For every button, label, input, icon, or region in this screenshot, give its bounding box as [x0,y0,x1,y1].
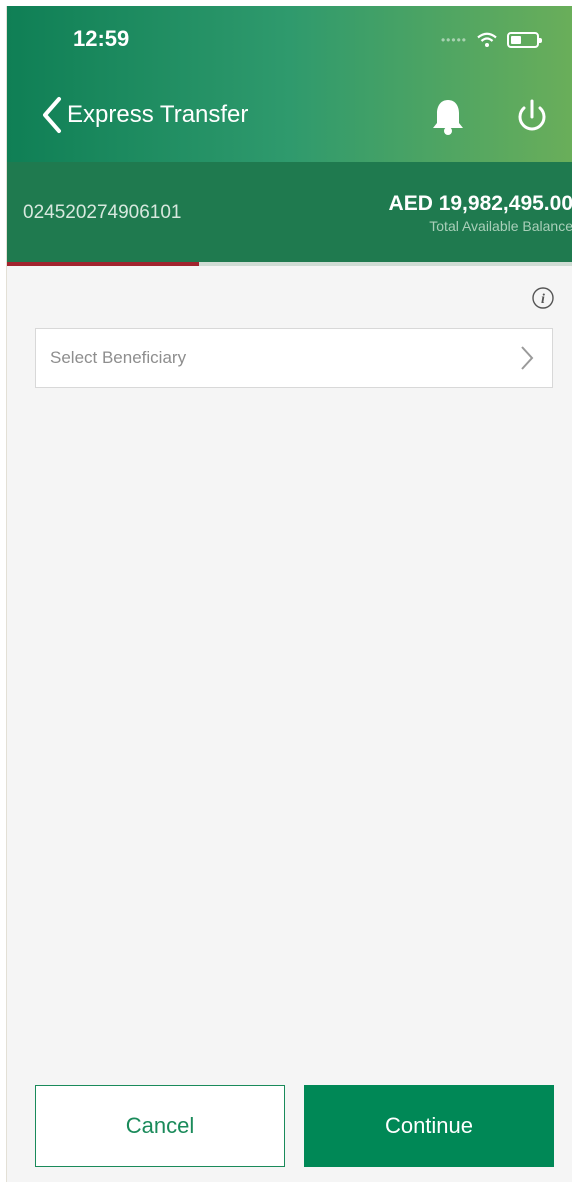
status-icons: ••••• [440,32,542,48]
wifi-icon [477,32,497,47]
chevron-right-icon [521,346,534,370]
step-progress-bar [7,262,572,266]
battery-icon [507,32,542,48]
beneficiary-placeholder: Select Beneficiary [50,348,187,367]
account-summary: 024520274906101 AED 19,982,495.00 Total … [7,162,572,262]
app-header: 12:59 ••••• Express Transfer [7,6,572,162]
back-button[interactable]: Express Transfer [41,96,248,134]
status-time: 12:59 [73,26,130,51]
page-title: Express Transfer [67,101,249,128]
account-number: 024520274906101 [23,202,182,223]
chevron-left-icon [43,97,61,133]
select-beneficiary-field[interactable]: Select Beneficiary [35,328,553,388]
signal-dots-icon: ••••• [440,33,467,47]
svg-text:i: i [541,292,545,307]
step-progress-fill [7,262,200,266]
app-screen: 12:59 ••••• Express Transfer 02452027490… [6,6,572,1182]
balance-amount: AED 19,982,495.00 [388,192,572,215]
balance-label: Total Available Balance [429,218,572,234]
continue-button[interactable]: Continue [304,1085,554,1167]
power-icon[interactable] [515,98,549,136]
info-icon[interactable]: i [531,286,555,310]
cancel-button[interactable]: Cancel [35,1085,285,1167]
bell-icon[interactable] [431,98,465,136]
